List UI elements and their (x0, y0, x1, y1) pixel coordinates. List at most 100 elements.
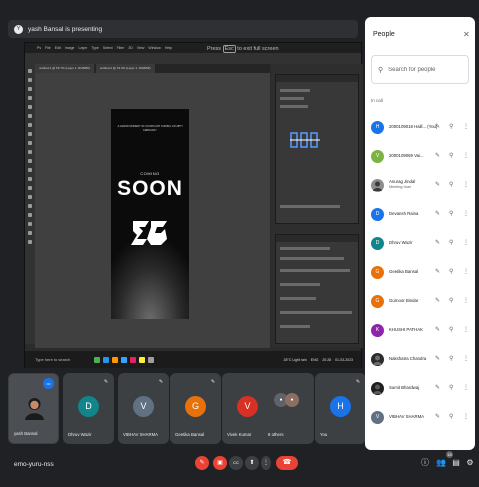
poster-coming-text: COMING (140, 171, 160, 176)
mic-off-icon: ✎ (210, 379, 216, 385)
info-button[interactable]: ⓘ (420, 458, 430, 468)
pin-icon[interactable]: ⚲ (449, 413, 453, 420)
more-vert-icon[interactable]: ⋮ (463, 181, 469, 188)
others-label: 8 others (268, 432, 284, 437)
people-search-box[interactable]: ⚲ (371, 55, 469, 84)
taskbar-app-icon (94, 356, 100, 363)
pin-icon[interactable]: ⚲ (449, 268, 453, 275)
more-vert-icon[interactable]: ⋮ (463, 384, 469, 391)
people-list-item[interactable]: H 2000109018 Haill... (You) ✎ ⚲ ⋮ (365, 116, 475, 138)
people-button[interactable]: 👥 (436, 458, 446, 468)
participant-tile[interactable]: ••• yash Bansal (8, 373, 59, 444)
search-icon: ⚲ (378, 66, 384, 74)
pin-icon[interactable]: ⚲ (449, 297, 453, 304)
more-vert-icon[interactable]: ⋮ (463, 239, 469, 246)
taskbar-search: Type here to search (35, 357, 71, 362)
mic-toggle-button[interactable]: ✎ (195, 456, 209, 470)
more-options-button[interactable]: ⋮ (261, 456, 271, 470)
close-icon[interactable]: ✕ (463, 30, 470, 39)
leave-call-button[interactable]: ☎ (276, 456, 298, 470)
panel-row (280, 105, 308, 108)
people-search-input[interactable] (388, 66, 464, 73)
pin-icon[interactable]: ⚲ (449, 355, 453, 362)
panel-row (280, 97, 304, 100)
activities-icon: ⚙ (466, 458, 474, 467)
more-vert-icon[interactable]: ⋮ (463, 413, 469, 420)
crowd-glow (111, 239, 189, 319)
tool-icon (28, 168, 32, 172)
document-tab: untitled-1 @ 66.7% (Layer 1, RGB/8#) (35, 64, 94, 73)
tool-icon (28, 240, 32, 244)
tool-icon (28, 78, 32, 82)
participant-name: yash Bansal (14, 431, 38, 436)
pin-icon[interactable]: ⚲ (449, 384, 453, 391)
more-vert-icon[interactable]: ⋮ (463, 210, 469, 217)
more-vert-icon[interactable]: ⋮ (463, 123, 469, 130)
people-list-item[interactable]: Nakshatra Chandra ✎ ⚲ ⋮ (365, 348, 475, 370)
participant-name: Geetika Bansal (175, 432, 205, 437)
pin-icon[interactable]: ⚲ (449, 181, 453, 188)
pin-icon[interactable]: ⚲ (449, 239, 453, 246)
menu-item: Window (148, 46, 161, 50)
others-tile[interactable]: ● ● 8 others (263, 373, 314, 444)
people-list-item[interactable]: V VIBHAV SHARMA ✎ ⚲ ⋮ (365, 406, 475, 428)
more-vert-icon[interactable]: ⋮ (463, 355, 469, 362)
people-list-item[interactable]: Anurag Jindal Meeting host ✎ ⚲ ⋮ (365, 174, 475, 196)
exit-hint-key: Esc (222, 45, 236, 53)
more-vert-icon[interactable]: ⋮ (463, 326, 469, 333)
people-list-item[interactable]: G Gurnoor Bindar ✎ ⚲ ⋮ (365, 290, 475, 312)
more-vert-icon[interactable]: ⋮ (463, 152, 469, 159)
chat-button[interactable]: ▤ (451, 458, 461, 468)
others-avatar-icon: ● (285, 393, 299, 407)
pin-icon[interactable]: ⚲ (449, 152, 453, 159)
tool-icon (28, 213, 32, 217)
pin-icon[interactable]: ⚲ (449, 210, 453, 217)
layer-row (280, 269, 350, 272)
present-icon: ⬆ (249, 460, 255, 466)
people-list-item[interactable]: D Dhruv Wazir ✎ ⚲ ⋮ (365, 232, 475, 254)
more-vert-icon[interactable]: ⋮ (463, 297, 469, 304)
tool-icon (28, 177, 32, 181)
meet-window: Y yash Bansal is presenting Ps File Edit… (0, 0, 479, 487)
participant-tile[interactable]: ✎ G Geetika Bansal (170, 373, 221, 444)
people-list-item[interactable]: Sumit Bhardwaj ✎ ⚲ ⋮ (365, 377, 475, 399)
speaking-indicator-icon: ••• (43, 378, 54, 389)
person-avatar: D (371, 208, 384, 221)
tool-icon (28, 96, 32, 100)
self-tile[interactable]: ✎ H You (315, 373, 366, 444)
menu-item: Type (91, 46, 99, 50)
participant-tile[interactable]: ✎ V VIBHAV SHARMA (118, 373, 169, 444)
camera-off-icon: ▣ (217, 460, 223, 466)
menu-item: Help (164, 46, 173, 50)
clock-time: 20:28 (322, 357, 332, 362)
people-list-item[interactable]: V 2000109069 Vai... ✎ ⚲ ⋮ (365, 145, 475, 167)
profile-photo-avatar (25, 398, 44, 420)
more-vert-icon[interactable]: ⋮ (463, 268, 469, 275)
exit-fullscreen-hint: Press Esc to exit full screen (207, 45, 279, 53)
people-list-item[interactable]: G Geetika Bansal ✎ ⚲ ⋮ (365, 261, 475, 283)
tool-icon (28, 204, 32, 208)
camera-toggle-button[interactable]: ▣ (213, 456, 227, 470)
captions-button[interactable]: CC (229, 456, 243, 470)
mic-off-icon: ✎ (158, 379, 164, 385)
properties-panel (275, 74, 359, 224)
menu-item: Ps (37, 46, 42, 50)
tool-icon (28, 150, 32, 154)
participant-tile[interactable]: ✎ D Dhruv Wazir (63, 373, 114, 444)
pin-icon[interactable]: ⚲ (449, 123, 453, 130)
mic-off-icon: ✎ (435, 153, 441, 159)
participant-avatar: V (237, 396, 258, 417)
tool-icon (28, 231, 32, 235)
people-list-item[interactable]: K KHUSHI PATHAK ✎ ⚲ ⋮ (365, 319, 475, 341)
tool-icon (28, 69, 32, 73)
people-list-item[interactable]: D Devansh Raina ✎ ⚲ ⋮ (365, 203, 475, 225)
pin-icon[interactable]: ⚲ (449, 326, 453, 333)
present-button[interactable]: ⬆ (245, 456, 259, 470)
activities-button[interactable]: ⚙ (465, 458, 475, 468)
end-call-icon: ☎ (282, 459, 292, 466)
meeting-host-label: Meeting host (389, 185, 411, 189)
person-avatar: G (371, 295, 384, 308)
poster-tagline: A GRAND MOMENT OF GOODS ART COMING ON 28… (117, 125, 183, 132)
presenter-avatar: Y (14, 24, 23, 34)
presenting-banner: Y yash Bansal is presenting (8, 20, 358, 38)
